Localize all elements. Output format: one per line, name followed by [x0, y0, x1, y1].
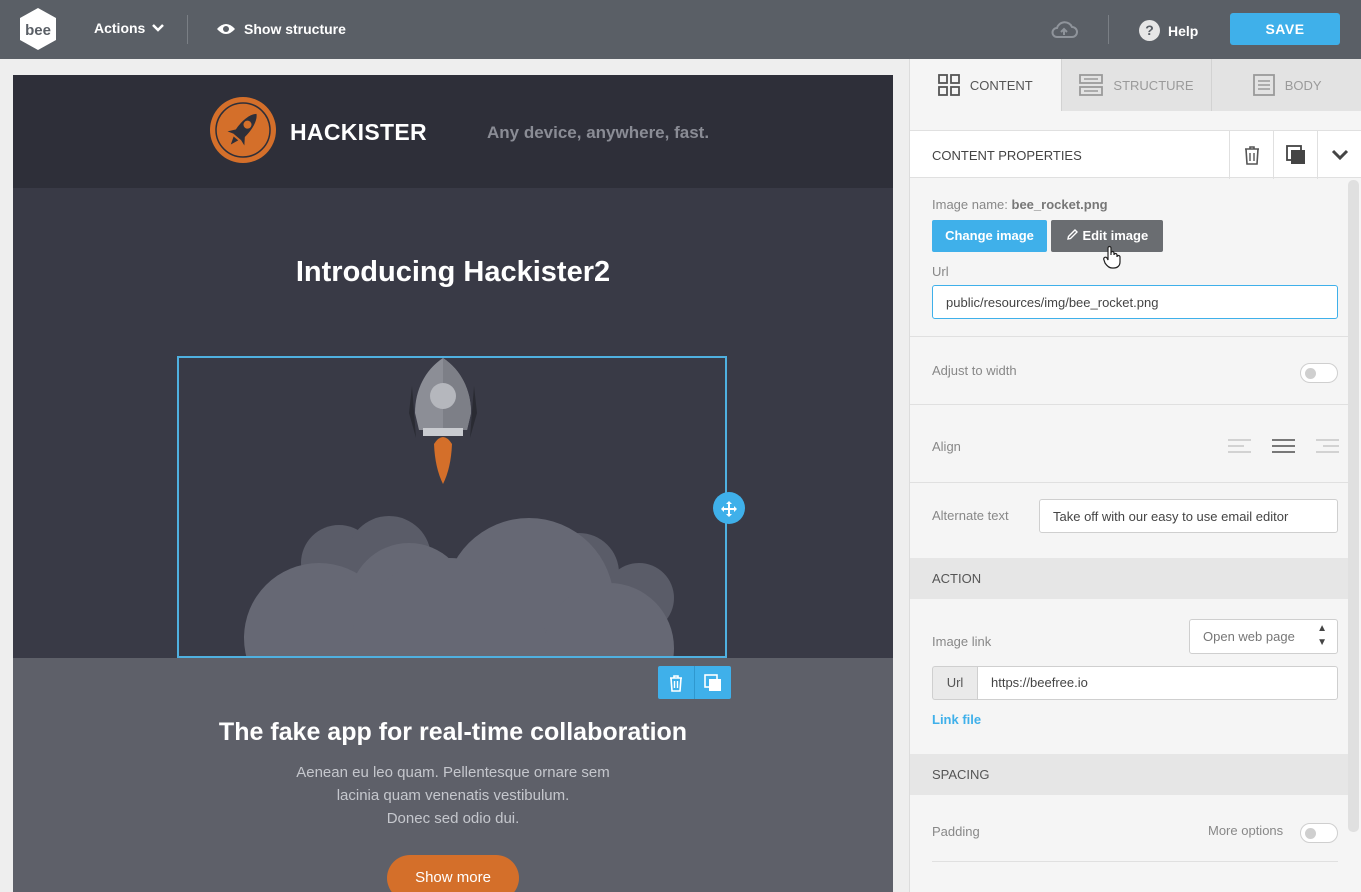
divider: [910, 482, 1348, 483]
grid-icon: [938, 74, 960, 96]
hero-section[interactable]: Introducing Hackister2: [13, 188, 893, 658]
panel-tabs: CONTENT STRUCTURE BODY: [910, 59, 1361, 111]
document-icon: [1252, 74, 1275, 96]
actions-label: Actions: [94, 20, 146, 36]
eye-icon: [217, 24, 235, 34]
rocket-illustration: [244, 358, 674, 656]
image-link-label: Image link: [932, 634, 992, 649]
url-addon: Url: [932, 666, 977, 700]
trash-icon: [670, 674, 682, 692]
image-link-value: Open web page: [1203, 629, 1295, 644]
align-right-icon[interactable]: [1315, 438, 1340, 454]
duplicate-content-button[interactable]: [1273, 131, 1317, 179]
delete-block-button[interactable]: [658, 666, 695, 699]
padding-label: Padding: [932, 824, 980, 839]
brand-tagline: Any device, anywhere, fast.: [487, 123, 710, 142]
toolbar-divider: [187, 15, 188, 44]
hero-title: Introducing Hackister2: [295, 256, 611, 288]
divider: [910, 404, 1348, 405]
rows-icon: [1079, 74, 1104, 96]
select-arrows-icon: ▲ ▼: [1317, 623, 1327, 648]
logo-text: bee: [25, 22, 51, 39]
image-name: Image name: bee_rocket.png: [932, 197, 1108, 212]
panel-scrollbar[interactable]: [1348, 180, 1359, 832]
collapse-button[interactable]: [1317, 131, 1361, 179]
email-header[interactable]: HACKISTER Any device, anywhere, fast.: [13, 75, 893, 188]
align-center-icon[interactable]: [1271, 438, 1296, 454]
more-options-toggle[interactable]: [1300, 823, 1338, 843]
actions-menu[interactable]: Actions: [94, 20, 165, 36]
show-more-button[interactable]: Show more: [387, 855, 519, 892]
tab-label: CONTENT: [969, 77, 1033, 93]
action-section-header: ACTION: [910, 558, 1348, 599]
move-handle-icon[interactable]: [713, 492, 745, 524]
pencil-icon: [1066, 229, 1078, 240]
duplicate-icon: [704, 673, 721, 691]
align-left-icon[interactable]: [1227, 438, 1252, 454]
body-line: lacinia quam venenatis vestibulum.: [336, 787, 570, 804]
alt-text-input[interactable]: Take off with our easy to use email edit…: [1039, 499, 1338, 533]
tab-structure[interactable]: STRUCTURE: [1060, 59, 1212, 111]
tab-body[interactable]: BODY: [1211, 59, 1361, 111]
toolbar-divider: [1108, 15, 1109, 44]
link-file-link[interactable]: Link file: [932, 712, 981, 727]
image-url-input[interactable]: public/resources/img/bee_rocket.png: [932, 285, 1338, 319]
tab-content[interactable]: CONTENT: [910, 59, 1061, 111]
tab-label: STRUCTURE: [1113, 77, 1194, 93]
brand-name: HACKISTER: [290, 119, 427, 145]
delete-content-button[interactable]: [1229, 131, 1273, 179]
top-toolbar: bee Actions Show structure ? Help SAVE: [0, 0, 1361, 59]
chevron-down-icon: [152, 24, 165, 32]
show-structure-label: Show structure: [244, 21, 346, 37]
alt-text-label: Alternate text: [932, 508, 1009, 523]
hand-cursor-icon: [1103, 245, 1121, 269]
save-button[interactable]: SAVE: [1230, 13, 1340, 45]
align-label: Align: [932, 439, 961, 454]
align-options: [1227, 438, 1340, 454]
adjust-width-toggle[interactable]: [1300, 363, 1338, 383]
divider: [910, 336, 1348, 337]
url-label: Url: [932, 264, 949, 279]
block-toolbar: [658, 666, 731, 699]
cloud-upload-icon[interactable]: [1050, 19, 1078, 41]
body-line: Donec sed odio dui.: [386, 810, 520, 827]
spacing-section-header: SPACING: [910, 754, 1348, 795]
section-body: Aenean eu leo quam. Pellentesque ornare …: [13, 761, 893, 830]
tab-label: BODY: [1284, 77, 1322, 93]
image-name-label: Image name:: [932, 197, 1008, 212]
adjust-width-label: Adjust to width: [932, 363, 1017, 378]
more-options-label: More options: [1208, 823, 1284, 838]
content-properties-header: CONTENT PROPERTIES: [910, 130, 1361, 179]
rocket-badge-icon: [210, 97, 276, 163]
body-line: Aenean eu leo quam. Pellentesque ornare …: [296, 764, 610, 781]
trash-icon: [1244, 146, 1259, 165]
section-title: The fake app for real-time collaboration: [218, 718, 688, 746]
image-name-value: bee_rocket.png: [1011, 197, 1108, 212]
selected-image-block[interactable]: [177, 356, 727, 658]
link-url-group: Url https://beefree.io: [932, 666, 1338, 700]
edit-image-label: Edit image: [1082, 228, 1149, 243]
help-button[interactable]: ? Help: [1139, 20, 1198, 41]
question-icon: ?: [1139, 20, 1160, 41]
properties-panel: CONTENT STRUCTURE BODY CONTENT PROPERTIE…: [909, 59, 1361, 892]
show-structure-toggle[interactable]: Show structure: [216, 21, 346, 37]
link-url-input[interactable]: https://beefree.io: [977, 666, 1338, 700]
change-image-button[interactable]: Change image: [932, 220, 1047, 252]
help-label: Help: [1168, 22, 1199, 39]
divider: [932, 861, 1338, 862]
duplicate-block-button[interactable]: [695, 666, 731, 699]
image-link-select[interactable]: Open web page ▲ ▼: [1189, 619, 1338, 654]
duplicate-icon: [1285, 145, 1305, 164]
chevron-down-icon: [1331, 149, 1348, 161]
bee-logo-icon[interactable]: bee: [18, 7, 58, 51]
content-properties-title: CONTENT PROPERTIES: [932, 148, 1082, 163]
email-canvas: HACKISTER Any device, anywhere, fast. In…: [13, 75, 893, 892]
